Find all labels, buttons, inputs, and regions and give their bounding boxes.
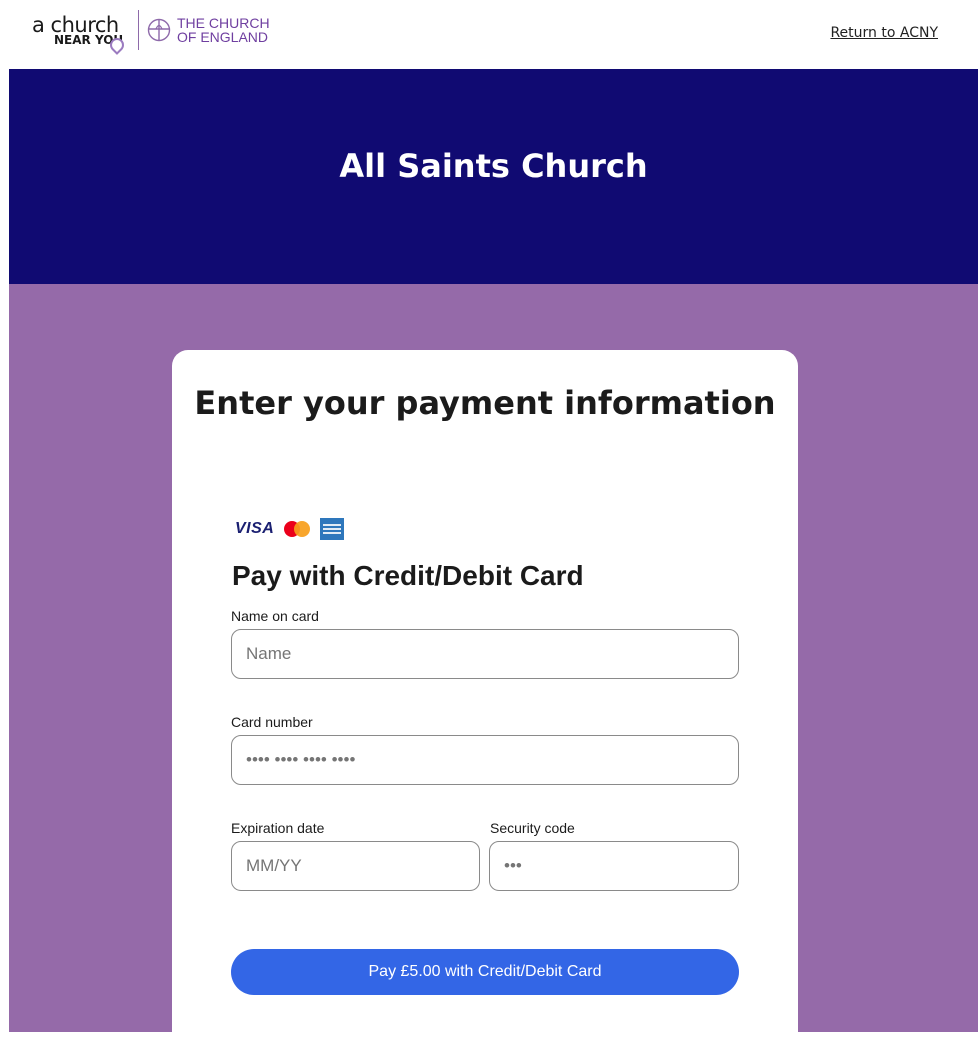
expiration-date-label: Expiration date — [231, 820, 325, 836]
coe-logo-line2: OF ENGLAND — [177, 29, 269, 45]
card-number-input[interactable] — [231, 735, 739, 785]
site-logo[interactable]: a church NEAR YOU THE CHURCH OF ENGLAND — [32, 8, 270, 55]
top-bar: a church NEAR YOU THE CHURCH OF ENGLAND … — [0, 0, 978, 69]
security-code-input[interactable] — [489, 841, 739, 891]
return-to-acny-link[interactable]: Return to ACNY — [830, 25, 938, 41]
visa-logo-icon: VISA — [235, 520, 275, 537]
church-of-england-logo: THE CHURCH OF ENGLAND — [147, 16, 270, 44]
section-title: Pay with Credit/Debit Card — [232, 560, 584, 591]
church-name-title: All Saints Church — [339, 147, 648, 185]
logo-divider — [138, 10, 139, 50]
payment-title: Enter your payment information — [194, 384, 776, 422]
mastercard-logo-icon — [284, 521, 311, 537]
security-code-label: Security code — [490, 820, 575, 836]
card-number-label: Card number — [231, 714, 313, 730]
payment-card: Enter your payment information VISA Pay … — [172, 350, 798, 1050]
name-on-card-label: Name on card — [231, 608, 319, 624]
cross-emblem-icon — [147, 18, 171, 42]
coe-logo-line1: THE CHURCH — [177, 15, 270, 31]
acny-logo: a church NEAR YOU — [32, 14, 132, 55]
card-brands: VISA — [235, 518, 345, 540]
amex-logo-icon — [320, 518, 345, 540]
expiration-date-input[interactable] — [231, 841, 480, 891]
name-on-card-input[interactable] — [231, 629, 739, 679]
coe-logo-text: THE CHURCH OF ENGLAND — [177, 16, 270, 44]
hero-banner: All Saints Church — [9, 69, 978, 284]
pay-button[interactable]: Pay £5.00 with Credit/Debit Card — [231, 949, 739, 995]
